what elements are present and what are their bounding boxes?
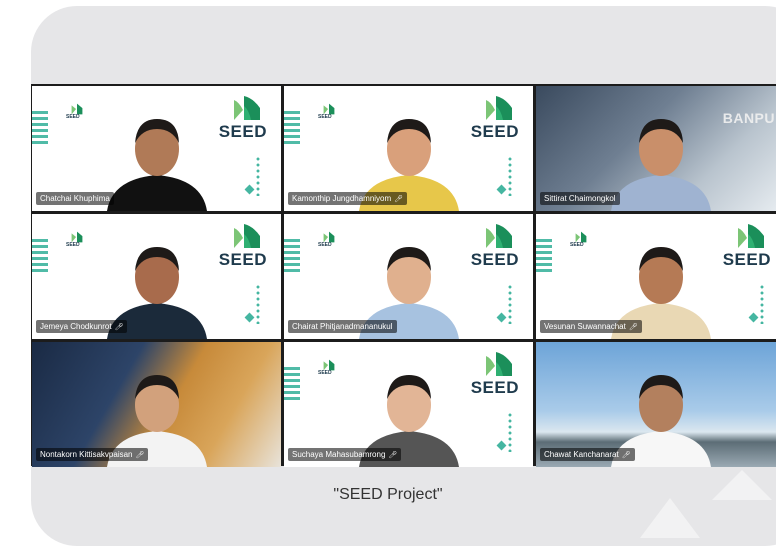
video-tile[interactable]: SEED SEED Chatchai Khuphima — [32, 86, 281, 211]
participant-name: Nontakorn Kittisakvpaisan — [40, 450, 133, 459]
seed-mini-logo-text: SEED — [66, 242, 80, 248]
decor-diamond — [496, 312, 507, 323]
video-tile[interactable]: SEED SEED Chairat Phitjanadmananukul — [284, 214, 533, 339]
participant-name: Chatchai Khuphima — [40, 194, 110, 203]
video-tile[interactable]: SEED SEED Suchaya Mahasubamrong 🎤︎ — [284, 342, 533, 467]
decor-diamond — [496, 440, 507, 451]
participant-name-tag: Sittirat Chaimongkol — [540, 192, 620, 205]
banpu-logo-text: BANPU — [722, 110, 775, 126]
seed-mini-logo-text: SEED — [66, 114, 80, 120]
pattern-stripes — [32, 236, 48, 272]
mic-muted-icon: 🎤︎ — [394, 195, 404, 203]
participant-name: Chawat Kanchanarat — [544, 450, 619, 459]
participant-name: Kamonthip Jungdhamniyom — [292, 194, 392, 203]
pattern-stripes — [284, 364, 300, 400]
seed-logo-icon — [486, 224, 512, 248]
participant-video-icon — [610, 119, 711, 211]
seed-mini-logo-text: SEED — [318, 370, 332, 376]
mic-muted-icon: 🎤︎ — [135, 451, 145, 459]
participant-name-tag: Nontakorn Kittisakvpaisan 🎤︎ — [36, 448, 149, 461]
decor-dots — [507, 284, 513, 324]
pattern-stripes — [284, 108, 300, 144]
seed-logo-icon — [486, 96, 512, 120]
decor-diamond — [244, 184, 255, 195]
participant-name: Chairat Phitjanadmananukul — [292, 322, 393, 331]
seed-mini-logo-text: SEED — [318, 114, 332, 120]
video-tile[interactable]: Nontakorn Kittisakvpaisan 🎤︎ — [32, 342, 281, 467]
participant-name-tag: Chairat Phitjanadmananukul — [288, 320, 397, 333]
seed-logo-text: SEED — [218, 250, 267, 269]
participant-name-tag: Chatchai Khuphima — [36, 192, 114, 205]
participant-name: Sittirat Chaimongkol — [544, 194, 616, 203]
pattern-stripes — [32, 108, 48, 144]
video-tile[interactable]: BANPU Sittirat Chaimongkol — [536, 86, 776, 211]
decor-dots — [507, 412, 513, 452]
mic-muted-icon: 🎤︎ — [621, 451, 631, 459]
participant-name: Suchaya Mahasubamrong — [292, 450, 386, 459]
video-grid: SEED SEED Chatchai Khuphima SEED SEED Kamont… — [31, 84, 776, 467]
participant-name-tag: Vesunan Suwannachat 🎤︎ — [540, 320, 642, 333]
pattern-stripes — [536, 236, 552, 272]
participant-name-tag: Jemeya Chodkunrot 🎤︎ — [36, 320, 128, 333]
video-tile[interactable]: SEED SEED Kamonthip Jungdhamniyom 🎤︎ — [284, 86, 533, 211]
participant-name: Vesunan Suwannachat — [544, 322, 626, 331]
caption: "SEED Project" — [333, 486, 443, 503]
decor-dots — [255, 284, 261, 324]
seed-logo-text: SEED — [470, 122, 519, 141]
video-tile[interactable]: SEED SEED Jemeya Chodkunrot 🎤︎ — [32, 214, 281, 339]
participant-name-tag: Chawat Kanchanarat 🎤︎ — [540, 448, 635, 461]
seed-logo-text: SEED — [470, 378, 519, 397]
seed-logo-text: SEED — [470, 250, 519, 269]
mic-muted-icon: 🎤︎ — [114, 323, 124, 331]
mic-muted-icon: 🎤︎ — [628, 323, 638, 331]
pattern-stripes — [284, 236, 300, 272]
decor-diamond — [496, 184, 507, 195]
seed-logo-text: SEED — [722, 250, 771, 269]
participant-name: Jemeya Chodkunrot — [40, 322, 112, 331]
mic-muted-icon: 🎤︎ — [388, 451, 398, 459]
participant-name-tag: Kamonthip Jungdhamniyom 🎤︎ — [288, 192, 408, 205]
video-tile[interactable]: Chawat Kanchanarat 🎤︎ — [536, 342, 776, 467]
video-tile[interactable]: SEED SEED Vesunan Suwannachat 🎤︎ — [536, 214, 776, 339]
decor-dots — [507, 156, 513, 196]
decor-diamond — [244, 312, 255, 323]
decor-dots — [255, 156, 261, 196]
seed-logo-icon — [738, 224, 764, 248]
participant-video-icon — [106, 119, 207, 211]
seed-logo-icon — [234, 96, 260, 120]
seed-logo-icon — [234, 224, 260, 248]
decor-diamond — [748, 312, 759, 323]
participant-name-tag: Suchaya Mahasubamrong 🎤︎ — [288, 448, 402, 461]
decor-dots — [759, 284, 765, 324]
seed-logo-icon — [486, 352, 512, 376]
seed-mini-logo-text: SEED — [318, 242, 332, 248]
seed-mini-logo-text: SEED — [570, 242, 584, 248]
seed-logo-text: SEED — [218, 122, 267, 141]
